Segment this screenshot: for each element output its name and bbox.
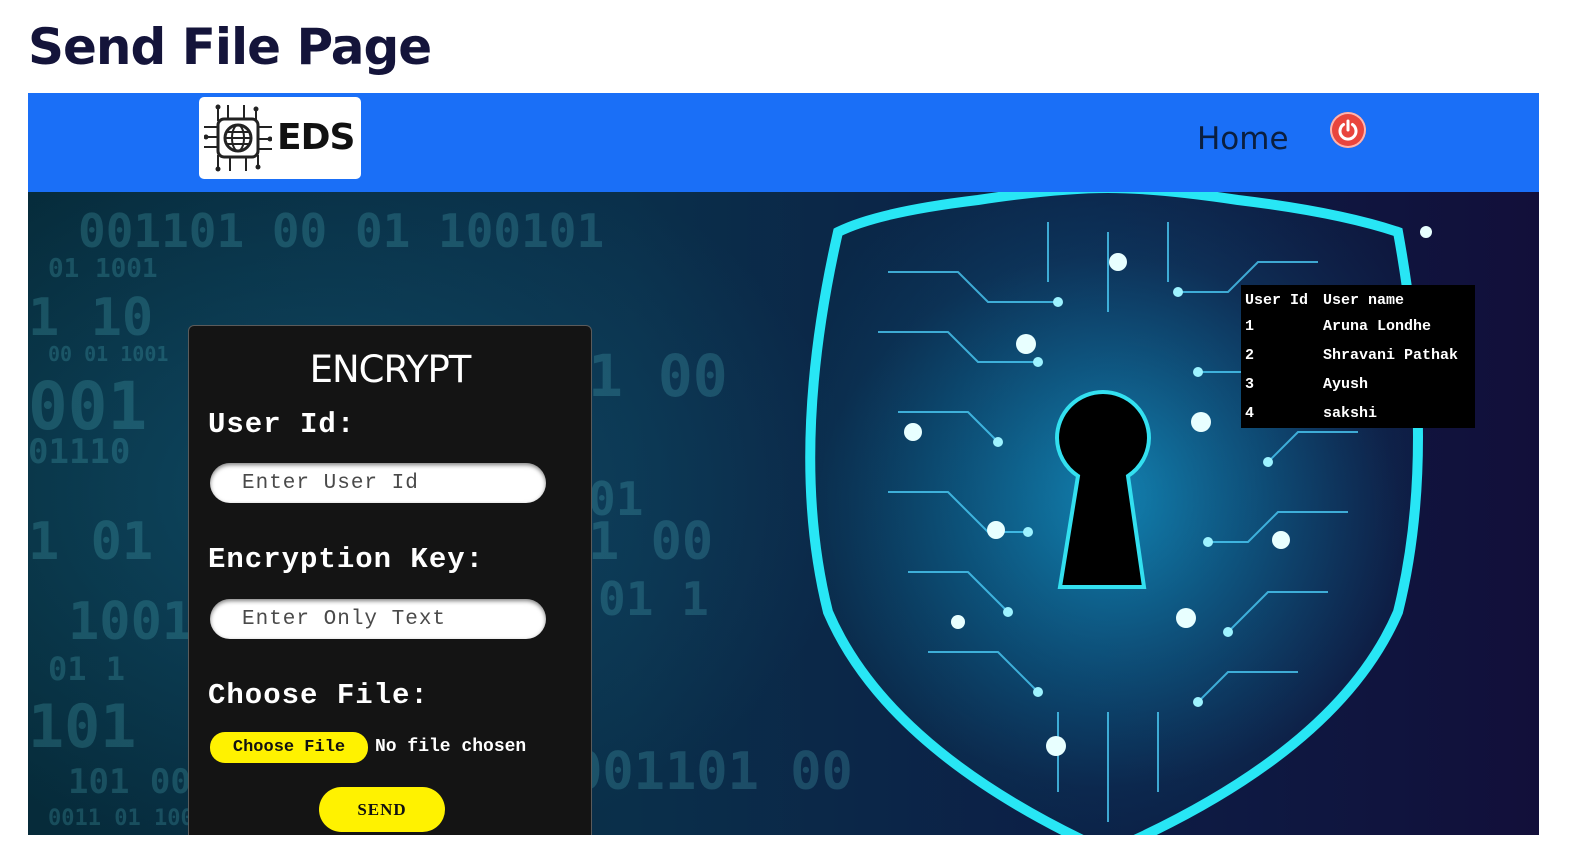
cell-user-id: 2	[1245, 347, 1255, 364]
binary-decoration: 01110	[28, 432, 131, 472]
choose-file-button[interactable]: Choose File	[210, 732, 368, 763]
cell-user-name: Aruna Londhe	[1323, 318, 1432, 335]
table-header-row: User Id User name	[1245, 290, 1458, 312]
cell-user-name: Shravani Pathak	[1323, 347, 1459, 364]
navbar: EDS Home	[28, 93, 1539, 192]
nav-home-link[interactable]: Home	[1197, 121, 1289, 157]
app-frame: EDS Home 001101 00 01 100101 01 1001 1 1…	[28, 93, 1539, 835]
binary-decoration: 1 01	[28, 512, 154, 572]
column-header-user-id: User Id	[1245, 292, 1309, 309]
binary-decoration: 1 00	[588, 342, 728, 410]
send-button[interactable]: SEND	[319, 787, 445, 832]
user-id-input[interactable]	[210, 463, 546, 503]
binary-decoration: 01 1001	[48, 254, 158, 284]
binary-decoration: 001	[28, 368, 148, 445]
logo-text: EDS	[277, 117, 355, 158]
binary-decoration: 001101 00 01 100101	[78, 204, 605, 258]
binary-decoration: 1 10	[28, 288, 154, 348]
cell-user-id: 3	[1245, 376, 1255, 393]
file-status: No file chosen	[375, 737, 527, 757]
chip-globe-icon	[204, 104, 272, 172]
cell-user-id: 1	[1245, 318, 1255, 335]
binary-decoration: 01 1	[48, 650, 126, 688]
encrypt-form: ENCRYPT User Id: Encryption Key: Choose …	[188, 325, 592, 835]
user-table: User Id User name 1 Aruna Londhe 2 Shrav…	[1241, 285, 1475, 428]
choose-file-label: Choose File:	[208, 679, 429, 712]
cell-user-name: Ayush	[1323, 376, 1369, 393]
binary-decoration: 01	[588, 472, 644, 526]
cell-user-name: sakshi	[1323, 405, 1378, 422]
encryption-key-label: Encryption Key:	[208, 543, 485, 576]
table-row: 4 sakshi	[1245, 399, 1458, 428]
table-row: 2 Shravani Pathak	[1245, 341, 1458, 370]
binary-decoration: 1 00	[588, 512, 714, 572]
table-row: 1 Aruna Londhe	[1245, 312, 1458, 341]
binary-decoration: 01 1	[598, 572, 709, 626]
power-icon	[1338, 119, 1358, 141]
form-title: ENCRYPT	[309, 348, 472, 391]
user-id-label: User Id:	[208, 408, 356, 441]
table-row: 3 Ayush	[1245, 370, 1458, 399]
binary-decoration: 00 01 1001	[48, 342, 169, 366]
encryption-key-input[interactable]	[210, 599, 546, 639]
column-header-user-name: User name	[1323, 292, 1405, 309]
logout-button[interactable]	[1330, 112, 1366, 148]
binary-decoration: 1001	[68, 592, 194, 652]
binary-decoration: 101 00	[68, 762, 191, 802]
binary-decoration: 101	[28, 692, 137, 762]
logo[interactable]: EDS	[199, 97, 361, 179]
hero-background: 001101 00 01 100101 01 1001 1 10 00 01 1…	[28, 192, 1539, 835]
page-heading: Send File Page	[28, 18, 432, 76]
cell-user-id: 4	[1245, 405, 1255, 422]
